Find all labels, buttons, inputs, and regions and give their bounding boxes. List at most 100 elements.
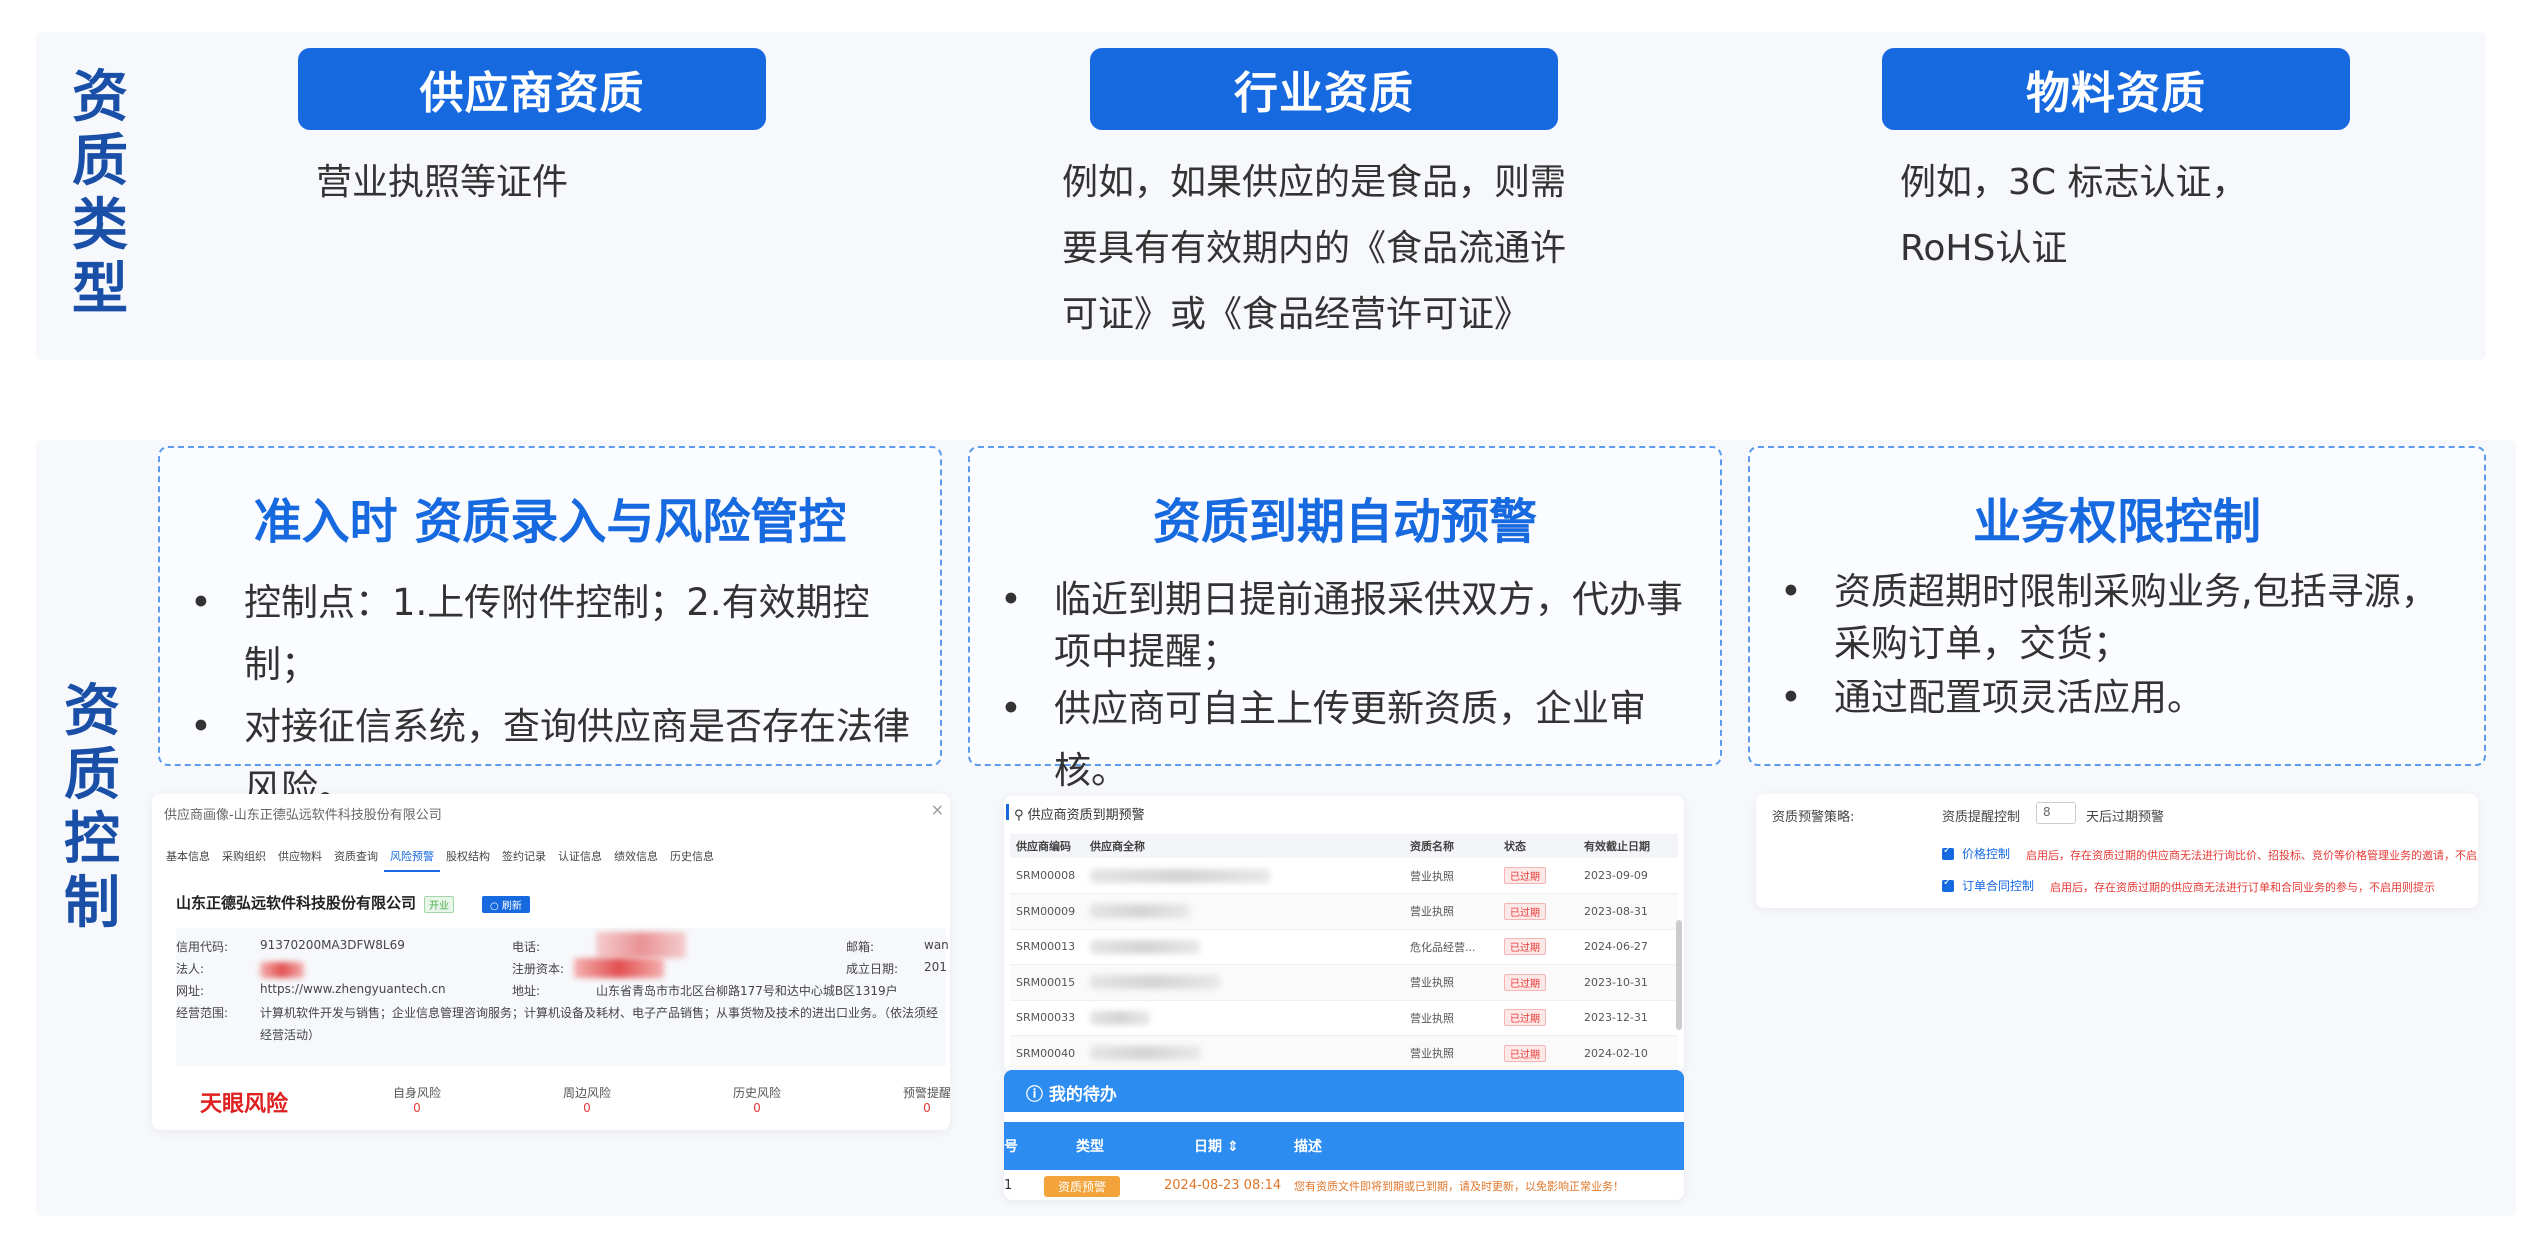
box-list: 资质超期时限制采购业务,包括寻源，采购订单，交货； 通过配置项灵活应用。: [1774, 566, 2470, 726]
website-value: https://www.zhengyuantech.cn: [260, 982, 446, 996]
qualification-name-cell: 营业执照: [1404, 858, 1498, 894]
risk-surrounding[interactable]: 周边风险 0: [532, 1084, 642, 1115]
table-row[interactable]: 1 资质预警 2024-08-23 08:14 您有资质文件即将到期或已到期，请…: [1004, 1174, 1684, 1200]
profile-tabs: 基本信息 采购组织 供应物料 资质查询 风险预警 股权结构 签约记录 认证信息 …: [160, 848, 720, 872]
qualification-name-cell: 营业执照: [1404, 893, 1498, 930]
expiry-table: 供应商编码 供应商全称 资质名称 状态 有效截止日期 SRM00008 营业执照已…: [1010, 834, 1678, 1072]
risk-self[interactable]: 自身风险 0: [362, 1084, 472, 1115]
price-control-checkbox[interactable]: [1942, 845, 1954, 860]
my-todo-screenshot: ⓘ 我的待办 号 类型 日期 ⇕ 描述 1 资质预警 2024-08-23 08…: [1004, 1070, 1684, 1200]
supplier-name-cell: [1084, 1000, 1404, 1036]
todo-date: 2024-08-23 08:14: [1164, 1178, 1282, 1193]
box-list: 控制点：1.上传附件控制；2.有效期控制； 对接征信系统，查询供应商是否存在法律…: [184, 572, 926, 820]
col-supplier-code: 供应商编码: [1010, 834, 1084, 858]
order-control-checkbox[interactable]: [1942, 877, 1954, 892]
supplier-code-cell: SRM00008: [1010, 858, 1084, 894]
scrollbar[interactable]: [1676, 920, 1682, 1030]
expiry-date-cell: 2024-06-27: [1578, 929, 1678, 965]
expiry-date-cell: 2023-12-31: [1578, 1000, 1678, 1036]
status-cell: 已过期: [1498, 858, 1578, 894]
col-qualification-name: 资质名称: [1404, 834, 1498, 858]
todo-type-badge: 资质预警: [1044, 1176, 1121, 1197]
table-row[interactable]: SRM00033 营业执照 已过期 2023-12-31: [1010, 1000, 1678, 1036]
tab-risk-warning[interactable]: 风险预警: [384, 848, 440, 872]
scope-value: 计算机软件开发与销售；企业信息管理咨询服务；计算机设备及耗材、电子产品销售；从事…: [260, 1006, 939, 1020]
expiry-date-cell: 2023-10-31: [1578, 964, 1678, 1001]
tab-history[interactable]: 历史信息: [664, 848, 720, 872]
status-badge: 开业: [424, 896, 454, 913]
tab-contract-records[interactable]: 签约记录: [496, 848, 552, 872]
permission-control-box: 业务权限控制 资质超期时限制采购业务,包括寻源，采购订单，交货； 通过配置项灵活…: [1748, 446, 2486, 766]
tab-supply-material[interactable]: 供应物料: [272, 848, 328, 872]
capital-label: 注册资本:: [512, 962, 565, 976]
qualification-types-label: 资 质 类 型: [72, 65, 128, 322]
redacted-legal: [260, 962, 304, 978]
close-icon[interactable]: ×: [931, 800, 944, 819]
redacted-name: [1090, 904, 1190, 919]
risk-history[interactable]: 历史风险 0: [702, 1084, 812, 1115]
legal-label: 法人:: [176, 962, 205, 976]
todo-bar: ⓘ 我的待办: [1004, 1070, 1684, 1112]
status-badge: 已过期: [1504, 867, 1546, 884]
scope-label: 经营范围:: [176, 1006, 229, 1020]
credit-code-value: 91370200MA3DFW8L69: [260, 938, 405, 952]
supplier-profile-screenshot: 供应商画像-山东正德弘远软件科技股份有限公司 × 基本信息 采购组织 供应物料 …: [152, 794, 950, 1130]
supplier-code-cell: SRM00040: [1010, 1035, 1084, 1072]
table-row[interactable]: SRM00008 营业执照 已过期 2023-09-09: [1010, 858, 1678, 894]
industry-qualification-header: 行业资质: [1090, 48, 1558, 130]
col-type: 类型: [1076, 1139, 1104, 1155]
founded-label: 成立日期:: [846, 962, 899, 976]
col-expiry-date: 有效截止日期: [1578, 834, 1678, 858]
redacted-name: [1090, 939, 1200, 954]
table-row[interactable]: SRM00009 营业执照 已过期 2023-08-31: [1010, 893, 1678, 930]
price-control-label: 价格控制: [1962, 847, 2011, 861]
table-row[interactable]: SRM00040 营业执照 已过期 2024-02-10: [1010, 1035, 1678, 1072]
table-row[interactable]: SRM00013 危化品经营... 已过期 2024-06-27: [1010, 929, 1678, 965]
tab-certification[interactable]: 认证信息: [552, 848, 608, 872]
website-label: 网址:: [176, 984, 205, 998]
col-supplier-name: 供应商全称: [1084, 834, 1404, 858]
tianyan-risk-logo: 天眼风险: [200, 1092, 289, 1117]
tab-basic-info[interactable]: 基本信息: [160, 848, 216, 872]
list-item: 通过配置项灵活应用。: [1774, 670, 2470, 726]
status-badge: 已过期: [1504, 1044, 1546, 1062]
material-qualification-text: 例如，3C 标志认证， RoHS认证: [1900, 162, 2248, 269]
refresh-button[interactable]: ○ 刷新: [482, 896, 530, 913]
redacted-capital: [574, 958, 664, 978]
admission-control-box: 准入时 资质录入与风险管控 控制点：1.上传附件控制；2.有效期控制； 对接征信…: [158, 446, 942, 810]
scope-value-2: 经营活动）: [260, 1028, 321, 1042]
todo-index: 1: [1004, 1178, 1013, 1193]
company-name: 山东正德弘远软件科技股份有限公司: [176, 894, 417, 912]
tab-qualification-query[interactable]: 资质查询: [328, 848, 384, 872]
remind-control-label: 资质提醒控制: [1942, 810, 2021, 825]
status-cell: 已过期: [1498, 1035, 1578, 1072]
tab-equity-structure[interactable]: 股权结构: [440, 848, 496, 872]
supplier-code-cell: SRM00009: [1010, 893, 1084, 930]
status-cell: 已过期: [1498, 964, 1578, 1001]
company-info-block: 信用代码: 91370200MA3DFW8L69 法人: 网址: https:/…: [176, 928, 949, 1066]
tab-purchase-org[interactable]: 采购组织: [216, 848, 272, 872]
list-item: 控制点：1.上传附件控制；2.有效期控制；: [184, 572, 926, 696]
redacted-name: [1090, 975, 1220, 990]
box-list: 临近到期日提前通报采供双方，代办事项中提醒； 供应商可自主上传更新资质，企业审核…: [994, 574, 1706, 802]
supplier-name-cell: [1084, 964, 1404, 1001]
status-cell: 已过期: [1498, 929, 1578, 965]
col-index: 号: [1004, 1139, 1018, 1155]
redacted-name: [1090, 1046, 1200, 1061]
policy-label: 资质预警策略:: [1772, 810, 1855, 825]
tab-performance[interactable]: 绩效信息: [608, 848, 664, 872]
founded-value: 201: [924, 960, 947, 974]
box-title: 准入时 资质录入与风险管控: [253, 494, 847, 550]
col-date[interactable]: 日期 ⇕: [1194, 1136, 1239, 1156]
order-control-desc: 启用后，存在资质过期的供应商无法进行订单和合同业务的参与，不启用则提示: [2050, 881, 2435, 894]
supplier-name-cell: [1084, 858, 1404, 894]
expiry-warning-screenshot: ⚲ 供应商资质到期预警 供应商编码 供应商全称 资质名称 状态 有效截止日期 S…: [1004, 796, 1684, 1072]
risk-warning[interactable]: 预警提醒 0: [872, 1084, 950, 1115]
status-badge: 已过期: [1504, 1009, 1546, 1027]
warning-table-title: ⚲ 供应商资质到期预警: [1006, 804, 1145, 823]
days-input[interactable]: 8: [2036, 802, 2076, 824]
supplier-code-cell: SRM00033: [1010, 1000, 1084, 1036]
table-row[interactable]: SRM00015 营业执照 已过期 2023-10-31: [1010, 964, 1678, 1001]
days-suffix: 天后过期预警: [2086, 810, 2165, 825]
address-label: 地址:: [512, 984, 541, 998]
